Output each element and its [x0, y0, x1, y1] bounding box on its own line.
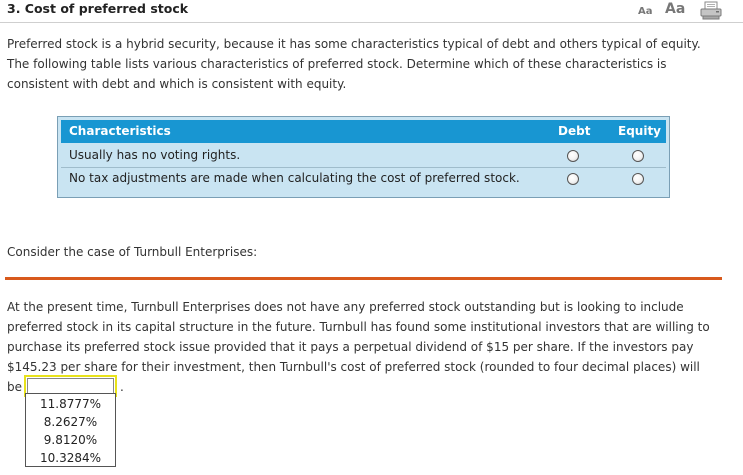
question-header: 3. Cost of preferred stock Aa Aa	[0, 0, 743, 22]
radio-debt[interactable]	[567, 150, 579, 162]
dropdown-option[interactable]: 8.2627%	[26, 413, 115, 431]
case-intro-text: Consider the case of Turnbull Enterprise…	[7, 245, 258, 259]
dropdown-option[interactable]: 9.8120%	[26, 431, 115, 449]
header-characteristics: Characteristics	[69, 124, 171, 138]
dropdown-option[interactable]: 10.3284%	[26, 449, 115, 467]
font-size-large-button[interactable]: Aa	[665, 1, 685, 17]
problem-paragraph: At the present time, Turnbull Enterprise…	[7, 300, 710, 374]
header-divider	[0, 22, 743, 23]
table-row: Usually has no voting rights.	[61, 145, 666, 168]
row-characteristic-text: Usually has no voting rights.	[69, 148, 241, 162]
radio-equity[interactable]	[632, 173, 644, 185]
font-size-small-button[interactable]: Aa	[638, 6, 653, 17]
row-characteristic-text: No tax adjustments are made when calcula…	[69, 171, 520, 185]
table-header-row: Characteristics Debt Equity	[61, 120, 666, 143]
radio-debt[interactable]	[567, 173, 579, 185]
intro-paragraph: Preferred stock is a hybrid security, be…	[7, 37, 701, 91]
radio-equity[interactable]	[632, 150, 644, 162]
question-title: 3. Cost of preferred stock	[7, 1, 189, 16]
header-equity: Equity	[618, 124, 662, 138]
printer-icon[interactable]	[700, 1, 722, 20]
answer-dropdown-value	[27, 378, 114, 394]
answer-options-list: 11.8777% 8.2627% 9.8120% 10.3284%	[25, 393, 116, 467]
answer-suffix: .	[120, 380, 124, 394]
answer-prefix: be	[7, 380, 22, 394]
table-row: No tax adjustments are made when calcula…	[61, 168, 666, 190]
section-divider	[5, 277, 722, 280]
header-debt: Debt	[558, 124, 591, 138]
characteristics-table: Characteristics Debt Equity Usually has …	[57, 116, 670, 198]
dropdown-option[interactable]: 11.8777%	[26, 395, 115, 413]
